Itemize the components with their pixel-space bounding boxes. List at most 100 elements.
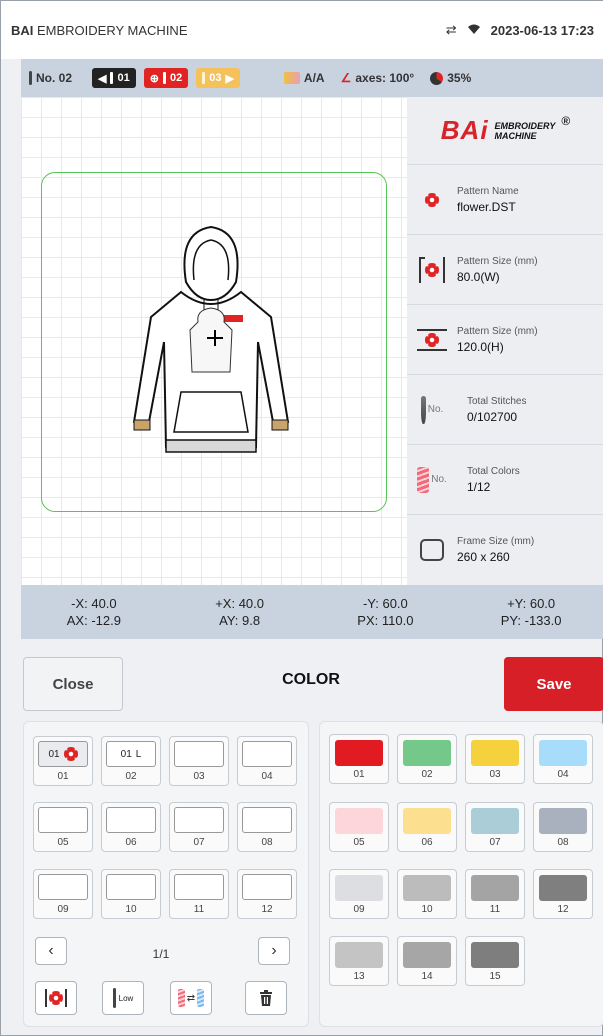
color-swatch[interactable]: 07 xyxy=(465,802,525,852)
color-swatch-number: 06 xyxy=(421,837,433,848)
frame-size-row: Frame Size (mm) 260 x 260 xyxy=(407,515,603,585)
needle-slot[interactable]: 04 xyxy=(237,736,297,786)
needle-slot-number: 09 xyxy=(57,904,69,915)
needle-slot-content xyxy=(174,807,224,833)
delete-button[interactable] xyxy=(245,981,287,1015)
active-needle-button[interactable]: ⊕ 02 xyxy=(143,68,189,88)
flower-icon xyxy=(63,747,78,761)
wifi-icon xyxy=(467,23,481,38)
needle-slot[interactable]: 11 xyxy=(169,869,229,919)
flower-icon xyxy=(417,185,447,215)
frame-icon xyxy=(417,535,447,565)
pattern-name-row: Pattern Name flower.DST xyxy=(407,165,603,235)
needle-slot[interactable]: 10 xyxy=(101,869,161,919)
progress-pie-icon xyxy=(430,71,444,85)
prev-page-button[interactable]: ‹ xyxy=(35,937,67,965)
color-swatch-number: 08 xyxy=(557,837,569,848)
pattern-info-panel: BAi EMBROIDERY MACHINE ® Pattern Name flow… xyxy=(407,97,603,585)
save-button[interactable]: Save xyxy=(504,657,603,711)
color-chip xyxy=(403,808,451,834)
usb-icon: ⇄ xyxy=(445,22,457,37)
needle-slot[interactable]: 08 xyxy=(237,802,297,852)
color-chip xyxy=(335,875,383,901)
color-swatch[interactable]: 01 xyxy=(329,734,389,784)
needle-slot[interactable]: 01 01 xyxy=(33,736,93,786)
needle-slot[interactable]: 06 xyxy=(101,802,161,852)
needle-slot-content xyxy=(38,807,88,833)
needle-slot[interactable]: 03 xyxy=(169,736,229,786)
color-swatch-number: 02 xyxy=(421,769,433,780)
height-icon xyxy=(417,325,447,355)
color-swatch-number: 11 xyxy=(489,904,501,915)
color-swatch[interactable]: 15 xyxy=(465,936,525,986)
color-swatch-number: 10 xyxy=(421,904,433,915)
width-icon xyxy=(417,255,447,285)
color-chip xyxy=(335,942,383,968)
color-swatch-number: 05 xyxy=(353,837,365,848)
color-swatch[interactable]: 06 xyxy=(397,802,457,852)
color-swatch[interactable]: 13 xyxy=(329,936,389,986)
needle-slot[interactable]: 07 xyxy=(169,802,229,852)
needle-slot-content xyxy=(174,741,224,767)
needle-slot-number: 02 xyxy=(125,771,137,782)
embroidery-canvas[interactable] xyxy=(21,97,407,585)
page-indicator: 1/1 xyxy=(152,947,170,961)
color-swatch-number: 14 xyxy=(421,971,433,982)
flower-frame-icon xyxy=(45,989,67,1007)
color-swatch[interactable]: 05 xyxy=(329,802,389,852)
target-icon: ⊕ xyxy=(149,72,159,85)
needle-slot-content xyxy=(106,874,156,900)
needle-slot-content: 01 L xyxy=(106,741,156,767)
angle-icon: ∠ xyxy=(340,71,352,85)
color-chip xyxy=(335,740,383,766)
color-swatch[interactable]: 10 xyxy=(397,869,457,919)
needle-mark: L xyxy=(135,748,142,760)
needle-slot[interactable]: 09 xyxy=(33,869,93,919)
app-window: BAI EMBROIDERY MACHINE ⇄ 2023-06-13 17:2… xyxy=(0,0,603,1036)
total-colors-row: No. Total Colors 1/12 xyxy=(407,445,603,515)
color-swatch[interactable]: 12 xyxy=(533,869,593,919)
thread-spool-icon xyxy=(283,72,300,84)
needle-slot-content xyxy=(106,807,156,833)
color-chip xyxy=(403,875,451,901)
status-bar: BAI EMBROIDERY MACHINE ⇄ 2023-06-13 17:2… xyxy=(1,1,603,59)
color-swatch-number: 04 xyxy=(557,769,569,780)
pattern-width-row: Pattern Size (mm) 80.0(W) xyxy=(407,235,603,305)
needle-slot-number: 11 xyxy=(193,904,205,915)
coordinates-bar: -X: 40.0 AX: -12.9 +X: 40.0 AY: 9.8 -Y: 60… xyxy=(21,585,603,639)
thread-icon: No. xyxy=(417,465,447,495)
color-swatch-number: 09 xyxy=(353,904,365,915)
color-swatch[interactable]: 04 xyxy=(533,734,593,784)
needle-slot[interactable]: 01 L 02 xyxy=(101,736,161,786)
color-swatch[interactable]: 09 xyxy=(329,869,389,919)
color-swatch[interactable]: 03 xyxy=(465,734,525,784)
speed-low-button[interactable]: Low xyxy=(102,981,144,1015)
needle-slot-number: 03 xyxy=(193,771,205,782)
needle-icon xyxy=(112,988,116,1008)
current-needle-indicator: No. 02 xyxy=(29,71,72,85)
pattern-tool-button[interactable] xyxy=(35,981,77,1015)
color-chip xyxy=(471,942,519,968)
color-swatch[interactable]: 11 xyxy=(465,869,525,919)
needle-slot-number: 10 xyxy=(125,904,137,915)
rewind-icon: ◀​ xyxy=(98,72,107,85)
needle-slot-content: 01 xyxy=(38,741,88,767)
trash-icon xyxy=(260,990,272,1006)
color-swatch[interactable]: 08 xyxy=(533,802,593,852)
color-swatch-number: 12 xyxy=(557,904,569,915)
needle-color-tag: 01 xyxy=(48,748,60,760)
close-button[interactable]: Close xyxy=(23,657,123,711)
color-swatch[interactable]: 02 xyxy=(397,734,457,784)
color-swatch[interactable]: 14 xyxy=(397,936,457,986)
prev-needle-button[interactable]: ◀​ 01 xyxy=(92,68,136,88)
needle-slot[interactable]: 05 xyxy=(33,802,93,852)
needle-icon xyxy=(29,71,32,85)
color-swatch-number: 13 xyxy=(353,971,365,982)
thread-swap-button[interactable]: ⇄ xyxy=(170,981,212,1015)
progress-readout: 35% xyxy=(430,71,471,85)
needle-slot-number: 08 xyxy=(261,837,273,848)
next-page-button[interactable]: › xyxy=(258,937,290,965)
next-needle-button[interactable]: 03 ▶ xyxy=(196,68,240,88)
color-chip xyxy=(471,875,519,901)
needle-slot[interactable]: 12 xyxy=(237,869,297,919)
